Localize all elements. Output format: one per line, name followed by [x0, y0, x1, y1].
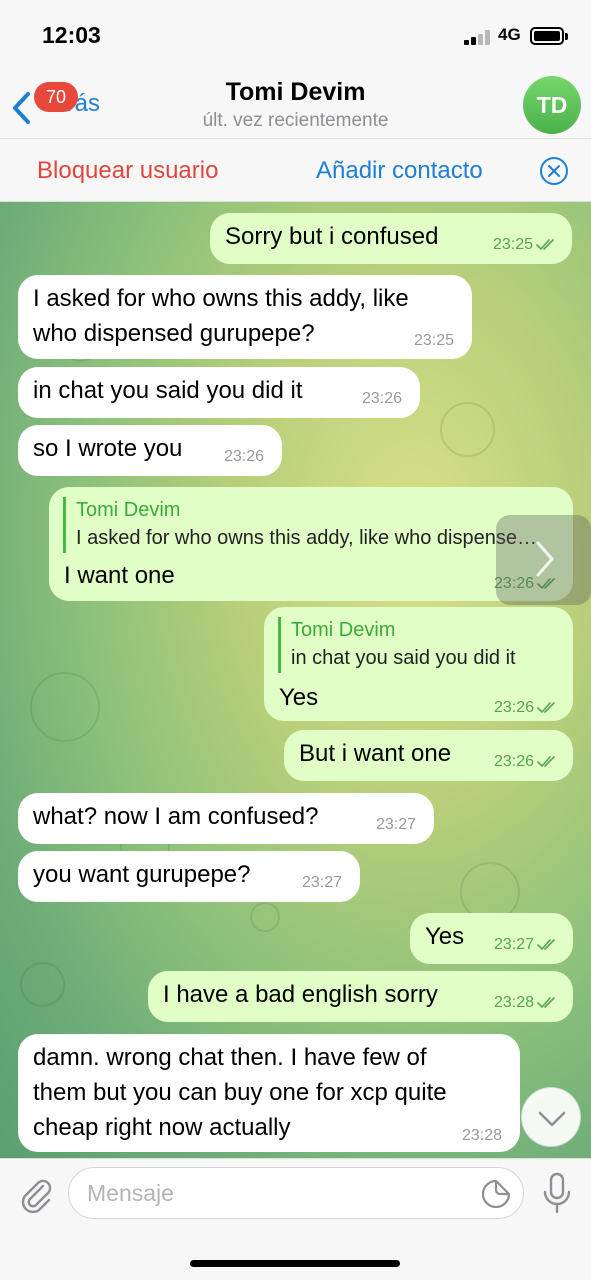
message-text: damn. wrong chat then. I have few of them… [33, 1044, 447, 1141]
message-input-field[interactable] [68, 1167, 524, 1219]
message-time: 23:26 [223, 448, 264, 465]
double-check-icon [537, 997, 555, 1008]
message-time: 23:27 [301, 874, 342, 891]
message-bubble-incoming[interactable]: damn. wrong chat then. I have few of them… [18, 1034, 520, 1152]
reply-text: in chat you said you did it [291, 647, 516, 669]
home-indicator [190, 1260, 400, 1267]
close-circle-icon[interactable] [539, 156, 569, 186]
message-text: Sorry but i confused [225, 223, 439, 250]
reply-text: I asked for who owns this addy, like who… [76, 527, 547, 549]
message-bubble-incoming[interactable]: so I wrote you 23:26 [18, 425, 282, 476]
message-time: 23:27 [375, 816, 416, 833]
message-bubble-outgoing[interactable]: Yes 23:27 [410, 913, 573, 964]
sticker-icon[interactable] [479, 1177, 513, 1211]
avatar[interactable]: TD [523, 76, 581, 134]
message-bubble-outgoing[interactable]: But i want one 23:26 [284, 730, 573, 781]
chat-area[interactable]: Sorry but i confused 23:25 I asked for w… [0, 202, 591, 1158]
block-user-button[interactable]: Bloquear usuario [37, 157, 218, 185]
double-check-icon [536, 239, 554, 250]
battery-icon [530, 27, 568, 45]
contact-status: últ. vez recientemente [202, 110, 389, 131]
message-input[interactable] [87, 1176, 467, 1210]
message-text: in chat you said you did it [33, 377, 303, 404]
message-bubble-outgoing[interactable]: Tomi Devim in chat you said you did it Y… [264, 607, 573, 721]
message-text: Yes [279, 684, 319, 711]
double-check-icon [537, 702, 555, 713]
message-time: 23:28 [461, 1127, 502, 1144]
status-bar: 12:03 4G [0, 0, 591, 70]
share-button[interactable] [496, 515, 591, 605]
reply-quote[interactable]: Tomi Devim I asked for who owns this add… [63, 497, 547, 553]
microphone-icon[interactable] [540, 1171, 574, 1215]
double-check-icon [537, 756, 555, 767]
message-bubble-incoming[interactable]: what? now I am confused? 23:27 [18, 793, 434, 844]
message-bubble-incoming[interactable]: in chat you said you did it 23:26 [18, 367, 420, 418]
message-time: 23:26 [493, 753, 534, 770]
message-composer [0, 1158, 591, 1280]
add-contact-button[interactable]: Añadir contacto [316, 157, 483, 185]
reply-author: Tomi Devim [76, 499, 181, 521]
message-text: you want gurupepe? [33, 861, 251, 888]
contact-action-bar: Bloquear usuario Añadir contacto [0, 138, 591, 202]
message-text: But i want one [299, 740, 452, 767]
message-time: 23:26 [361, 390, 402, 407]
status-time: 12:03 [42, 22, 101, 48]
share-chevron-icon [536, 541, 554, 577]
message-time: 23:28 [493, 994, 534, 1011]
chat-header: Atrás 70 Tomi Devim últ. vez recientemen… [0, 70, 591, 138]
signal-icon [464, 30, 492, 45]
message-text: I have a bad english sorry [163, 981, 438, 1008]
double-check-icon [537, 939, 555, 950]
paperclip-icon[interactable] [16, 1173, 54, 1213]
message-text: what? now I am confused? [33, 803, 319, 830]
message-time: 23:25 [413, 332, 454, 349]
message-text: I asked for who owns this addy, like who … [33, 285, 409, 347]
message-text: I want one [64, 562, 175, 589]
message-text: Yes [425, 923, 465, 950]
reply-quote[interactable]: Tomi Devim in chat you said you did it [278, 617, 558, 673]
network-type: 4G [498, 25, 521, 44]
contact-name[interactable]: Tomi Devim [0, 78, 591, 107]
message-bubble-outgoing[interactable]: Sorry but i confused 23:25 [210, 213, 572, 264]
message-bubble-outgoing[interactable]: I have a bad english sorry 23:28 [148, 971, 573, 1022]
chevron-down-icon [538, 1111, 566, 1127]
message-time: 23:25 [492, 236, 533, 253]
message-time: 23:27 [493, 936, 534, 953]
reply-author: Tomi Devim [291, 619, 396, 641]
message-bubble-incoming[interactable]: I asked for who owns this addy, like who … [18, 275, 472, 359]
message-text: so I wrote you [33, 435, 183, 462]
message-bubble-outgoing[interactable]: Tomi Devim I asked for who owns this add… [49, 487, 573, 601]
message-bubble-incoming[interactable]: you want gurupepe? 23:27 [18, 851, 360, 902]
scroll-down-button[interactable] [521, 1087, 581, 1147]
message-time: 23:26 [493, 699, 534, 716]
